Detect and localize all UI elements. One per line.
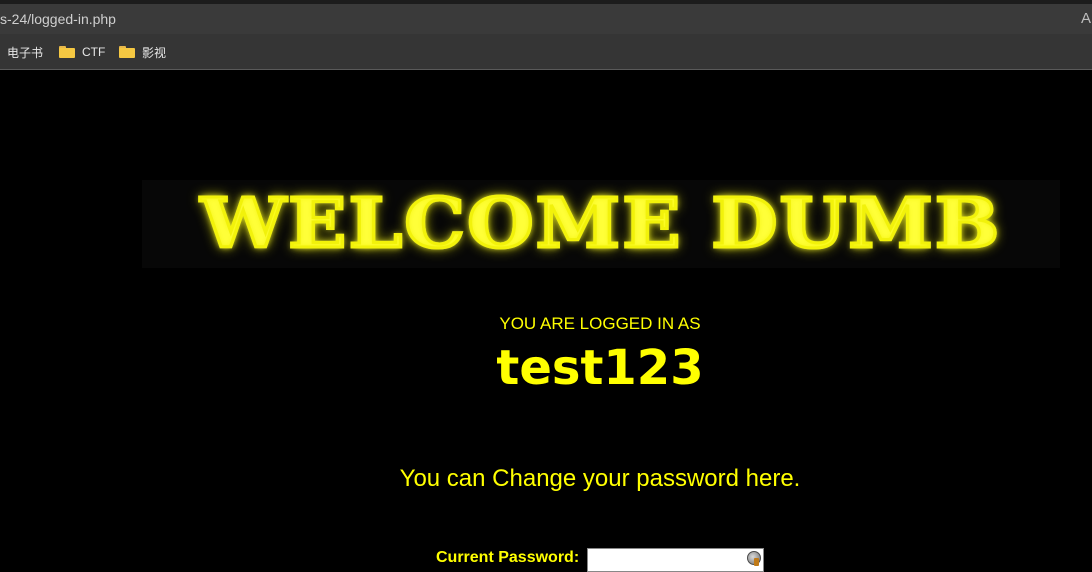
banner-text: WELCOME DUMB [199,183,1002,266]
bookmark-folder-ctf[interactable]: CTF [59,43,105,61]
folder-icon [119,46,135,58]
password-manager-key-icon[interactable] [747,551,761,566]
current-password-input[interactable] [587,548,764,572]
bookmark-folder-video[interactable]: 影视 [119,43,166,61]
folder-icon [59,46,75,58]
bookmark-label: 电子书 [7,45,44,60]
logged-in-label: YOU ARE LOGGED IN AS [499,314,701,333]
bookmark-ebook[interactable]: 电子书 [7,43,43,61]
bookmark-label: 影视 [142,45,167,60]
welcome-banner-image: WELCOME DUMB [142,180,1060,268]
bookmarks-bar: 电子书 CTF 影视 [0,34,1092,70]
address-bar[interactable]: s-24/logged-in.php A [0,4,1092,34]
current-password-label: Current Password: [436,549,580,566]
bookmark-label: CTF [82,45,106,59]
url-text[interactable]: s-24/logged-in.php [0,11,116,27]
reader-mode-icon[interactable]: A [1081,10,1091,27]
change-password-message: You can Change your password here. [399,465,801,492]
username: test123 [496,340,704,396]
